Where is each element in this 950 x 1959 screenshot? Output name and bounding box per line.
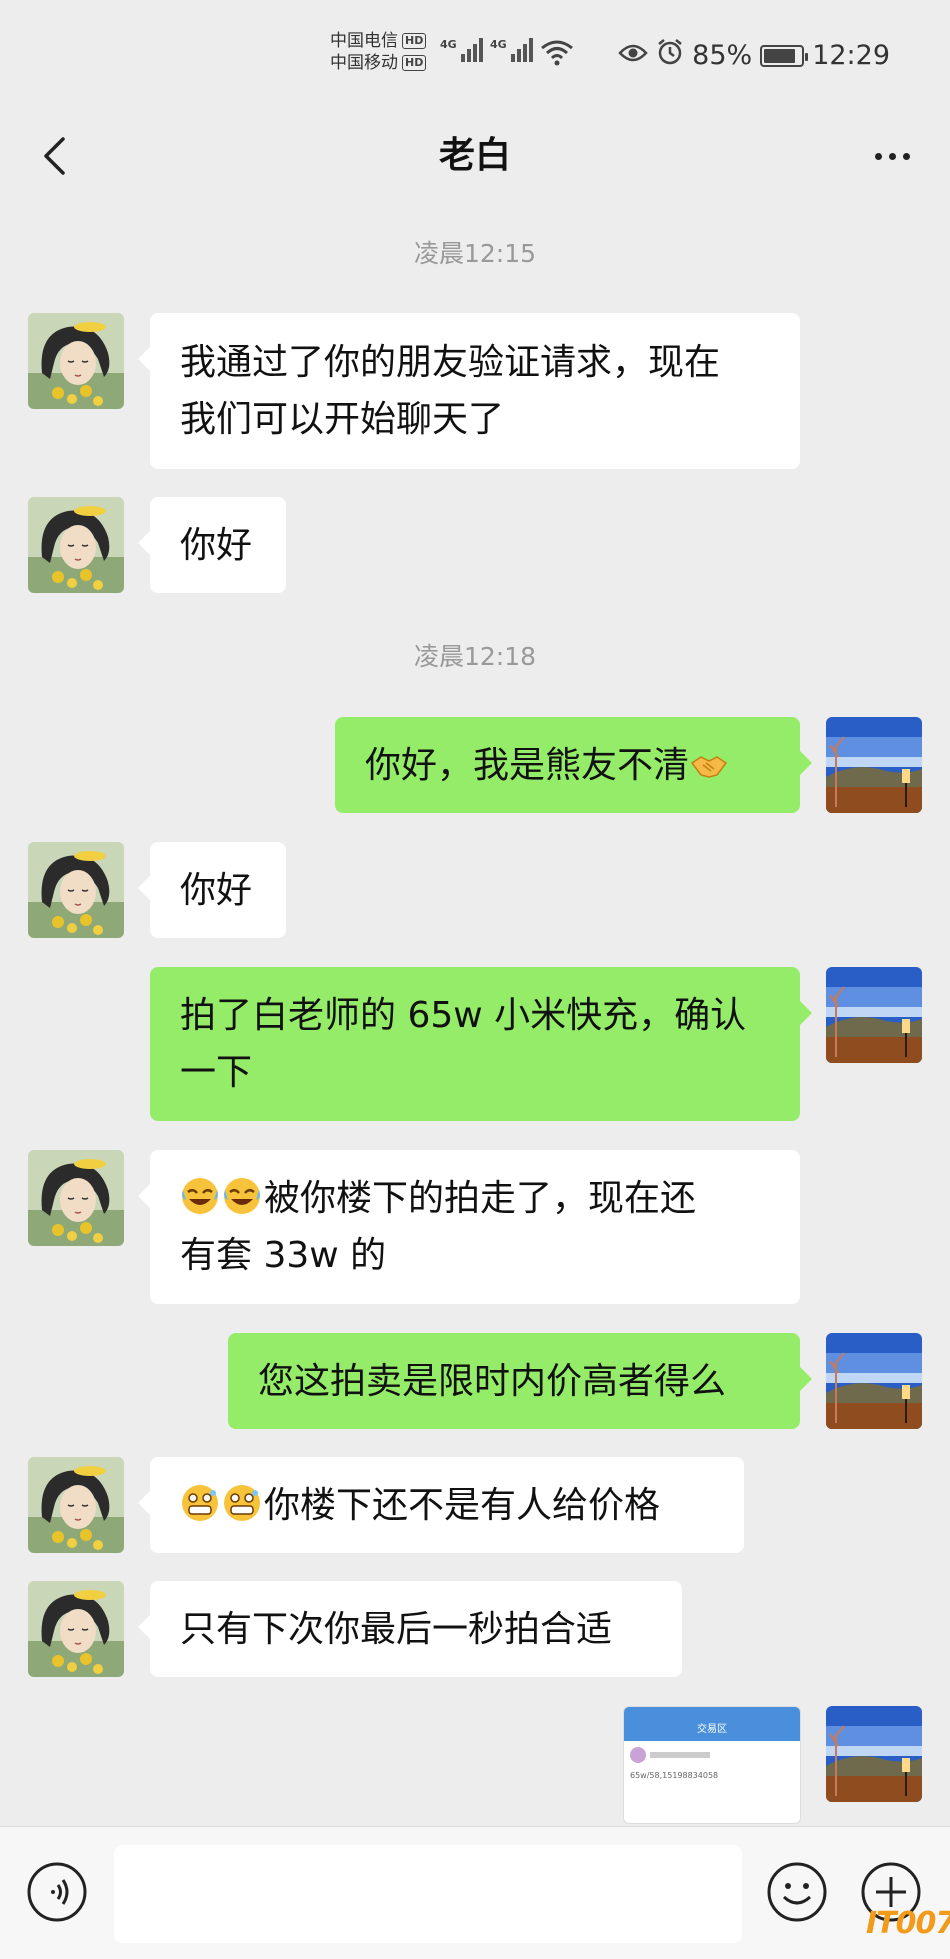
outgoing-message[interactable]: 您这拍卖是限时内价高者得么 xyxy=(228,1333,812,1429)
message-text: 我通过了你的朋友验证请求，现在 我们可以开始聊天了 xyxy=(180,342,721,440)
incoming-message[interactable]: 你好 xyxy=(138,497,286,593)
carrier-info: 中国电信 HD 中国移动 HD xyxy=(330,30,427,74)
incoming-message[interactable]: 你好 xyxy=(138,842,286,938)
battery-icon xyxy=(760,44,809,67)
voice-input-icon[interactable] xyxy=(26,1861,88,1927)
clock: 12:29 xyxy=(812,40,890,71)
contact-avatar[interactable] xyxy=(28,842,124,938)
contact-avatar[interactable] xyxy=(28,1581,124,1677)
chat-timestamp: 凌晨12:18 xyxy=(413,642,537,671)
eye-icon xyxy=(618,40,648,71)
screenshot-avatar xyxy=(630,1747,646,1763)
more-options-icon[interactable] xyxy=(862,130,922,182)
screenshot-statusbar xyxy=(624,1707,800,1715)
status-right: 85% 12:29 xyxy=(618,38,890,73)
contact-avatar[interactable] xyxy=(28,1150,124,1246)
handshake-emoji xyxy=(689,745,729,785)
message-text: 只有下次你最后一秒拍合适 xyxy=(180,1608,613,1650)
image-message[interactable]: 交易区 65w/58,15198834058 xyxy=(623,1706,801,1824)
status-bar: 中国电信 HD 中国移动 HD 4G 4G 85% 12:29 xyxy=(0,0,950,110)
incoming-message[interactable]: 只有下次你最后一秒拍合适 xyxy=(138,1581,682,1677)
message-text: 拍了白老师的 65w 小米快充，确认 一下 xyxy=(180,995,747,1093)
message-text: 您这拍卖是限时内价高者得么 xyxy=(258,1360,727,1402)
message-text: 你好 xyxy=(180,524,253,566)
crying-laughing-emoji xyxy=(222,1176,262,1216)
message-text-content: 你楼下还不是有人给价格 xyxy=(264,1484,661,1526)
incoming-message[interactable]: 被你楼下的拍走了，现在还 有套 33w 的 xyxy=(138,1150,800,1304)
screenshot-name xyxy=(650,1752,710,1758)
outgoing-message[interactable]: 拍了白老师的 65w 小米快充，确认 一下 xyxy=(150,967,812,1121)
my-avatar[interactable] xyxy=(826,717,922,813)
alarm-icon xyxy=(656,38,684,73)
nervous-grin-emoji xyxy=(222,1483,262,1523)
chat-header: 老白 xyxy=(0,110,950,202)
my-avatar[interactable] xyxy=(826,1333,922,1429)
carrier-1: 中国电信 xyxy=(330,31,398,51)
signal-icon: 4G xyxy=(490,38,533,62)
outgoing-message[interactable]: 你好，我是熊友不清 xyxy=(335,717,812,813)
contact-avatar[interactable] xyxy=(28,313,124,409)
screenshot-post xyxy=(624,1741,800,1769)
nervous-grin-emoji xyxy=(180,1483,220,1523)
input-bar xyxy=(0,1826,950,1959)
screenshot-header: 交易区 xyxy=(624,1715,800,1741)
network-type: 4G xyxy=(490,38,507,51)
network-type: 4G xyxy=(440,38,457,51)
message-text: 你楼下还不是有人给价格 xyxy=(180,1477,660,1534)
battery-fill xyxy=(764,48,795,63)
hd-badge: HD xyxy=(402,55,427,71)
screenshot-line: 65w/58,15198834058 xyxy=(630,1771,719,1780)
message-text: 被你楼下的拍走了，现在还 有套 33w 的 xyxy=(180,1170,696,1284)
my-avatar[interactable] xyxy=(826,1706,922,1802)
battery-percent: 85% xyxy=(692,40,753,71)
wifi-icon xyxy=(540,38,574,70)
incoming-message[interactable]: 我通过了你的朋友验证请求，现在 我们可以开始聊天了 xyxy=(138,313,800,469)
chat-timestamp: 凌晨12:15 xyxy=(413,239,537,268)
emoji-icon[interactable] xyxy=(766,1861,828,1927)
message-text: 你好，我是熊友不清 xyxy=(365,744,690,786)
crying-laughing-emoji xyxy=(180,1176,220,1216)
incoming-message[interactable]: 你楼下还不是有人给价格 xyxy=(138,1457,744,1553)
chat-title: 老白 xyxy=(438,135,511,176)
message-text: 你好 xyxy=(180,869,253,911)
carrier-2: 中国移动 xyxy=(330,53,398,73)
my-avatar[interactable] xyxy=(826,967,922,1063)
site-watermark: IT007 xyxy=(866,1906,950,1941)
contact-avatar[interactable] xyxy=(28,497,124,593)
message-input[interactable] xyxy=(114,1845,742,1943)
signal-icon: 4G xyxy=(440,38,483,62)
hd-badge: HD xyxy=(402,33,427,49)
contact-avatar[interactable] xyxy=(28,1457,124,1553)
